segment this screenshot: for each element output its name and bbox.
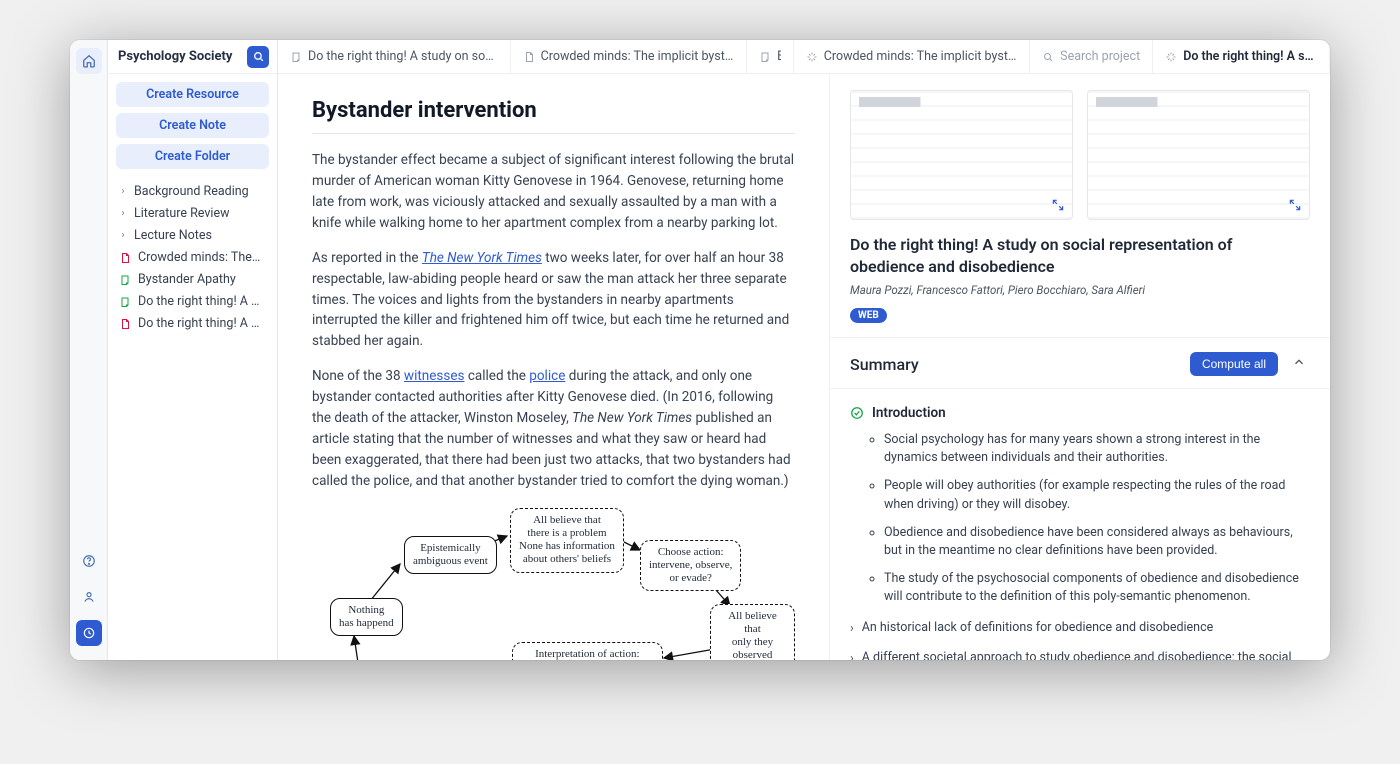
expand-icon[interactable] <box>1050 197 1066 213</box>
sidebar-item-label: Crowded minds: The… <box>138 250 260 265</box>
chevron-up-icon[interactable] <box>1288 355 1310 373</box>
check-icon <box>850 406 864 420</box>
expand-icon[interactable] <box>1287 197 1303 213</box>
document-paragraph: The bystander effect became a subject of… <box>312 150 795 234</box>
tab[interactable]: Crowded minds: The implicit bystander e… <box>511 40 747 73</box>
tab-bar: Do the right thing! A study on social re… <box>278 40 1330 74</box>
tab-label: Search project <box>1060 49 1140 64</box>
sidebar-item-label: Do the right thing! A … <box>138 316 259 331</box>
web-badge: WEB <box>850 308 887 323</box>
search-icon <box>1042 51 1054 63</box>
summary-bullet: The study of the psychosocial components… <box>884 570 1310 606</box>
sidebar-item[interactable]: › Lecture Notes <box>114 225 271 246</box>
create-note-button[interactable]: Create Note <box>116 113 269 138</box>
document-link[interactable]: witnesses <box>404 368 465 384</box>
resource-pane[interactable]: Do the right thing! A study on social re… <box>830 74 1330 660</box>
chevron-right-icon: › <box>850 620 854 636</box>
sidebar-item[interactable]: › Literature Review <box>114 203 271 224</box>
project-title: Psychology Society <box>118 49 241 64</box>
pdf-icon <box>118 317 132 331</box>
section-heading: A different societal approach to study o… <box>862 650 1310 660</box>
section-heading: An historical lack of definitions for ob… <box>862 620 1213 635</box>
clock-icon[interactable] <box>76 620 102 646</box>
main: Do the right thing! A study on social re… <box>278 40 1330 660</box>
create-folder-button[interactable]: Create Folder <box>116 144 269 169</box>
search-project-tab[interactable]: Search project <box>1030 40 1153 73</box>
tab-label: Do the right thing! A study on <box>1183 49 1317 64</box>
chevron-right-icon: › <box>850 650 854 660</box>
sidebar-item[interactable]: › Background Reading <box>114 181 271 202</box>
flow-node: Epistemicallyambiguous event <box>404 536 497 574</box>
document-link[interactable]: police <box>529 368 565 384</box>
sidebar-item-label: Bystander Apathy <box>138 272 236 287</box>
resource-title: Do the right thing! A study on social re… <box>850 234 1310 277</box>
flow-node: Choose action:intervene, observe,or evad… <box>640 540 741 592</box>
help-icon[interactable] <box>76 548 102 574</box>
spark-icon <box>806 51 818 63</box>
note-icon <box>759 51 771 63</box>
divider <box>830 388 1330 389</box>
doc-icon <box>523 51 535 63</box>
chevron-right-icon: › <box>118 208 128 219</box>
note-icon <box>118 273 132 287</box>
sidebar-item[interactable]: Bystander Apathy <box>114 269 271 290</box>
sidebar-item-label: Lecture Notes <box>134 228 212 243</box>
chevron-right-icon: › <box>118 230 128 241</box>
divider <box>830 337 1330 338</box>
sidebar-item-label: Background Reading <box>134 184 249 199</box>
user-icon[interactable] <box>76 584 102 610</box>
pdf-icon <box>118 251 132 265</box>
document-pane[interactable]: Bystander intervention The bystander eff… <box>278 74 830 660</box>
chevron-right-icon: › <box>118 186 128 197</box>
tab[interactable]: Do the right thing! A study on <box>1153 40 1330 73</box>
resource-authors: Maura Pozzi, Francesco Fattori, Piero Bo… <box>850 283 1310 297</box>
flow-node: Nothinghas happend <box>330 598 403 636</box>
summary-heading: Summary <box>850 355 1180 374</box>
flow-diagram: Nothinghas happend Epistemicallyambiguou… <box>312 506 795 660</box>
spark-icon <box>1165 51 1177 63</box>
summary-bullets: Social psychology has for many years sho… <box>850 431 1310 606</box>
document-title: Bystander intervention <box>312 98 795 123</box>
document-link[interactable]: The New York Times <box>422 250 542 266</box>
sidebar-item[interactable]: Do the right thing! A … <box>114 313 271 334</box>
tab-label: Crowded minds: The implicit bystander e… <box>541 49 734 64</box>
left-rail <box>70 40 108 660</box>
summary-bullet: Obedience and disobedience have been con… <box>884 524 1310 560</box>
sidebar-item-label: Do the right thing! A … <box>138 294 259 309</box>
tab-label: B <box>777 49 781 64</box>
summary-section-collapsed[interactable]: › An historical lack of definitions for o… <box>850 620 1310 636</box>
create-resource-button[interactable]: Create Resource <box>116 82 269 107</box>
flow-node: All believe thatthere is a problemNone h… <box>510 508 624 573</box>
sidebar-nav: › Background Reading › Literature Review › Le… <box>108 177 277 338</box>
tab[interactable]: Do the right thing! A study on social re… <box>278 40 511 73</box>
flow-node: Interpretation of action:what beliefs co… <box>512 642 663 660</box>
section-heading: Introduction <box>872 405 946 421</box>
document-paragraph: None of the 38 witnesses called the poli… <box>312 366 795 492</box>
summary-bullet: People will obey authorities (for exampl… <box>884 477 1310 513</box>
summary-section-collapsed[interactable]: › A different societal approach to study … <box>850 650 1310 660</box>
tab-label: Do the right thing! A study on social re… <box>308 49 498 64</box>
page-thumbnail[interactable] <box>850 90 1073 220</box>
sidebar-item[interactable]: Do the right thing! A … <box>114 291 271 312</box>
app-window: Psychology Society Create Resource Creat… <box>70 40 1330 660</box>
sidebar-item[interactable]: Crowded minds: The… <box>114 247 271 268</box>
flow-node: All believe thatonly they observedOthers… <box>710 604 795 660</box>
divider <box>312 133 795 134</box>
search-icon[interactable] <box>247 46 269 68</box>
tab[interactable]: B <box>747 40 794 73</box>
summary-bullet: Social psychology has for many years sho… <box>884 431 1310 467</box>
compute-all-button[interactable]: Compute all <box>1190 352 1278 376</box>
home-icon[interactable] <box>76 48 102 74</box>
sidebar-item-label: Literature Review <box>134 206 229 221</box>
note-icon <box>290 51 302 63</box>
note-icon <box>118 295 132 309</box>
page-thumbnail[interactable] <box>1087 90 1310 220</box>
tab-label: Crowded minds: The implicit bystander e… <box>824 49 1017 64</box>
sidebar: Psychology Society Create Resource Creat… <box>108 40 278 660</box>
tab[interactable]: Crowded minds: The implicit bystander e… <box>794 40 1030 73</box>
document-paragraph: As reported in the The New York Times tw… <box>312 248 795 353</box>
